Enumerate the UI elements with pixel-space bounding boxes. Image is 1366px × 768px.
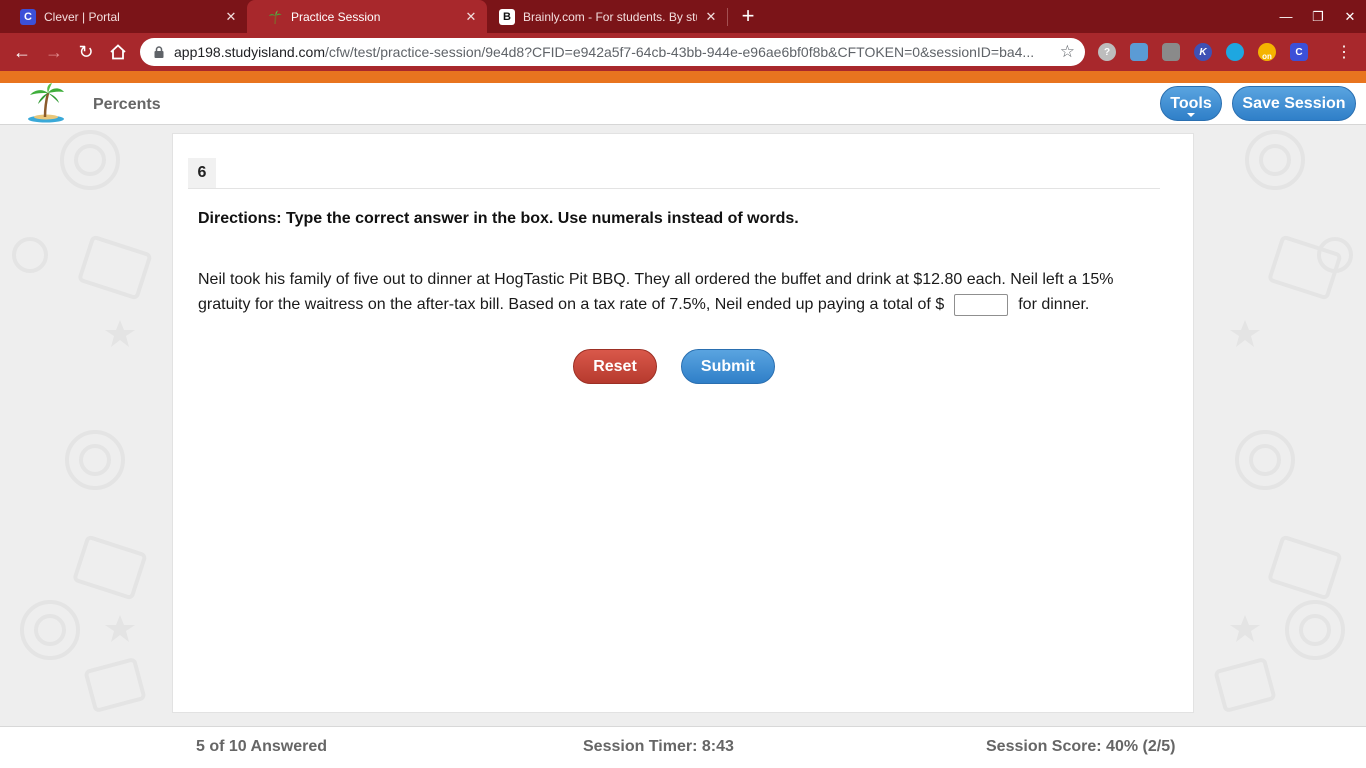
reset-button[interactable]: Reset [573,349,657,384]
tab-separator [727,8,728,26]
forward-arrow-icon[interactable]: → [42,40,66,64]
tab-title: Practice Session [291,9,381,24]
copy-extension-icon[interactable] [1162,43,1180,61]
k-extension-icon[interactable]: K [1194,43,1212,61]
answered-count: 5 of 10 Answered [196,738,328,755]
app-header: Percents Tools Save Session [0,83,1366,125]
help-extension-icon[interactable]: ? [1098,43,1116,61]
address-bar[interactable]: app198.studyisland.com/cfw/test/practice… [140,38,1085,66]
divider [188,188,1160,189]
restore-icon[interactable]: ❐ [1302,0,1334,33]
browser-toolbar: ← → ↻ app198.studyisland.com/cfw/test/pr… [0,33,1366,71]
reload-icon[interactable]: ↻ [74,40,98,64]
tab-title: Brainly.com - For students. By students. [523,9,697,24]
vpn-extension-icon[interactable] [1226,43,1244,61]
tools-button[interactable]: Tools [1160,86,1222,121]
bookmark-star-icon[interactable]: ☆ [1060,42,1075,62]
tab-close-icon[interactable]: ✕ [463,9,479,25]
tab-close-icon[interactable]: ✕ [223,9,239,25]
home-icon[interactable] [106,40,130,64]
answer-input[interactable] [954,293,1009,316]
accent-bar [0,71,1366,83]
new-tab-button[interactable]: + [736,4,760,28]
tab-close-icon[interactable]: ✕ [703,9,719,25]
session-timer: Session Timer: 8:43 [583,738,734,755]
on-extension-icon[interactable]: on [1258,43,1276,61]
tools-label: Tools [1170,94,1212,112]
session-score: Session Score: 40% (2/5) [986,738,1176,755]
close-window-icon[interactable]: ✕ [1334,0,1366,33]
question-card: 6 Directions: Type the correct answer in… [172,133,1194,713]
question-number: 6 [188,158,216,188]
directions-text: Directions: Type the correct answer in t… [198,210,799,227]
section-title: Percents [93,96,161,113]
profile-extension-icon[interactable] [1130,43,1148,61]
minimize-icon[interactable]: — [1270,0,1302,33]
browser-menu-icon[interactable]: ⋮ [1332,40,1356,64]
study-island-logo-icon[interactable] [24,83,68,123]
tab-title: Clever | Portal [44,9,120,24]
clever-extension-icon[interactable]: C [1290,43,1308,61]
tab-brainly[interactable]: B Brainly.com - For students. By student… [487,0,727,33]
palm-tree-favicon-icon [267,9,283,25]
lock-icon [154,46,164,58]
save-session-button[interactable]: Save Session [1232,86,1356,121]
browser-tab-bar: C Clever | Portal ✕ Practice Session ✕ B… [0,0,1366,33]
caret-down-icon [1187,113,1195,117]
url-text: app198.studyisland.com/cfw/test/practice… [174,44,1035,60]
brainly-favicon-icon: B [499,8,515,25]
tab-practice-session[interactable]: Practice Session ✕ [247,0,487,33]
question-text-after: for dinner. [1018,296,1090,313]
session-footer: 5 of 10 Answered Session Timer: 8:43 Ses… [0,726,1366,768]
question-text: Neil took his family of five out to dinn… [198,267,1158,317]
submit-button[interactable]: Submit [681,349,775,384]
tab-clever-portal[interactable]: C Clever | Portal ✕ [0,0,247,33]
back-arrow-icon[interactable]: ← [10,40,34,64]
clever-favicon-icon: C [20,8,36,25]
